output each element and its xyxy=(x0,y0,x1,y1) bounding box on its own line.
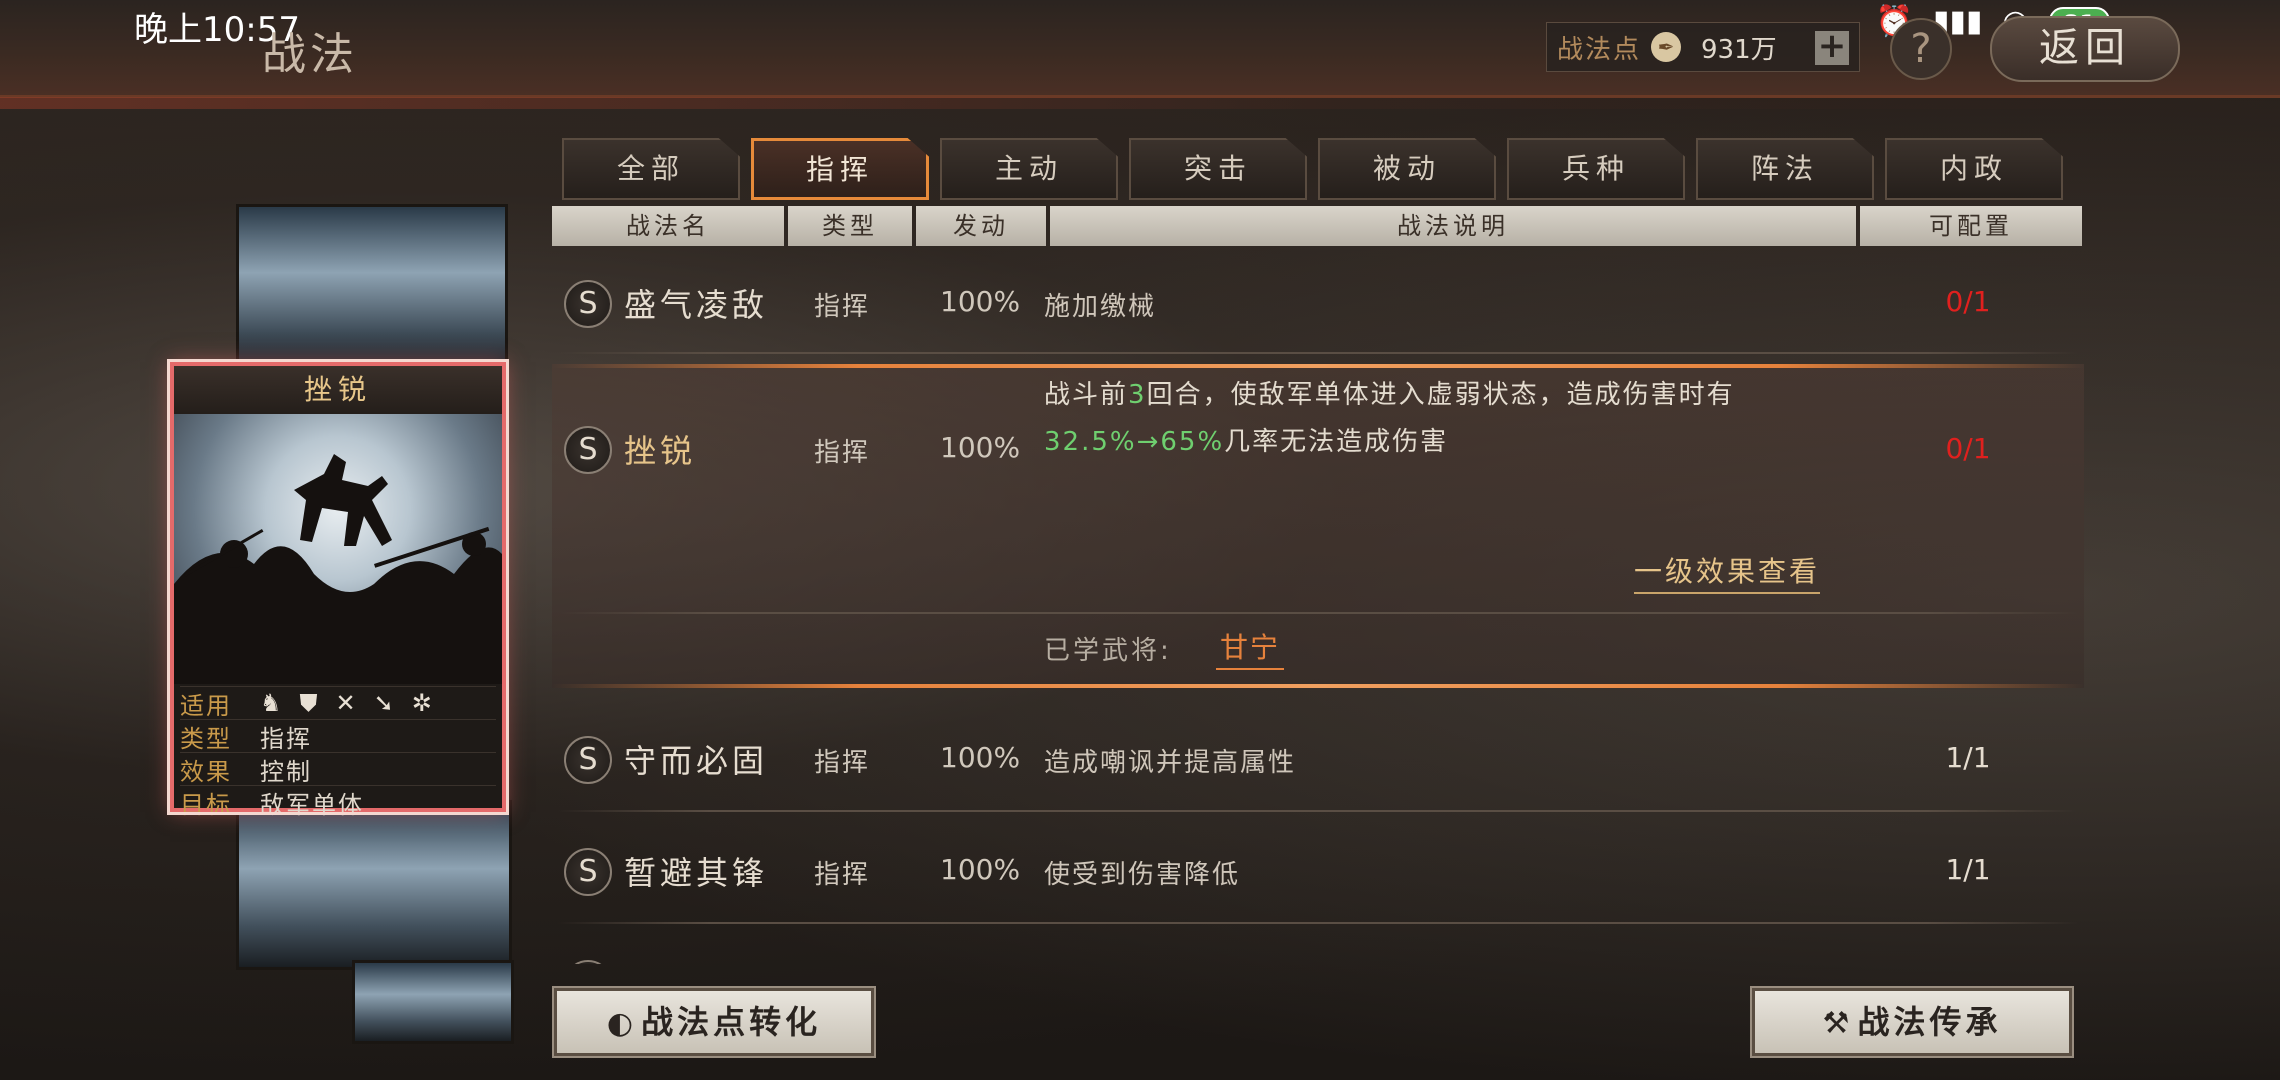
skill-name: 盛气凌敌 xyxy=(624,286,769,324)
skill-description: 施加缴械 xyxy=(1044,292,1157,322)
skill-description: 战斗前3回合，使敌军单体进入虚弱状态，造成伤害时有 32.5%→65%几率无法造… xyxy=(1044,372,1944,466)
card-attr-applicable: 适用 ♞ ⛊ ✕ ➘ ✲ xyxy=(180,686,496,720)
desc-part: 几率无法造成伤害 xyxy=(1224,427,1449,457)
tab-troop[interactable]: 兵种 xyxy=(1507,138,1685,200)
card-stack-top[interactable] xyxy=(236,204,508,374)
attr-value: 控制 xyxy=(260,757,312,786)
skill-point-icon: ◐ xyxy=(606,1006,638,1041)
tab-internal[interactable]: 内政 xyxy=(1885,138,2063,200)
row-divider xyxy=(558,612,2078,614)
table-header: 战法名 类型 发动 战法说明 可配置 xyxy=(552,206,2082,246)
category-tabs: 全部 指挥 主动 突击 被动 兵种 阵法 内政 xyxy=(562,138,2063,200)
learned-general-link[interactable]: 甘宁 xyxy=(1216,626,1285,670)
desc-part: 战斗前 xyxy=(1044,380,1129,410)
skill-description: 造成嘲讽并提高属性 xyxy=(1044,748,1297,778)
desc-part: 回合，使敌军单体进入虚弱状态，造成伤害时有 xyxy=(1146,380,1735,410)
attr-key: 目标 xyxy=(180,790,232,819)
currency-value: 931万 xyxy=(1701,34,1777,65)
bow-icon: ✕ xyxy=(335,689,356,717)
table-row-expanded[interactable]: S 挫锐 指挥 100% 战斗前3回合，使敌军单体进入虚弱状态，造成伤害时有 3… xyxy=(552,364,2084,688)
learned-generals-label: 已学武将: xyxy=(1044,636,1172,666)
hammer-icon: ⚒ xyxy=(1822,1006,1854,1041)
highlight-line-top xyxy=(552,364,2084,368)
add-points-button[interactable]: + xyxy=(1815,29,1849,65)
tab-formation[interactable]: 阵法 xyxy=(1696,138,1874,200)
shield-icon: ⛊ xyxy=(299,689,318,717)
spear-icon: ➘ xyxy=(373,689,394,717)
card-attr-type: 类型 指挥 xyxy=(180,719,496,753)
inherit-skill-label: 战法传承 xyxy=(1857,1003,2002,1041)
card-attr-target: 目标 敌军单体 xyxy=(180,785,496,819)
col-description: 战法说明 xyxy=(1050,206,1856,246)
skill-type: 指挥 xyxy=(814,438,871,468)
attr-key: 类型 xyxy=(180,724,232,753)
table-row[interactable]: S 盛气凌敌 指挥 100% 施加缴械 0/1 xyxy=(552,250,2084,354)
attr-key: 适用 xyxy=(180,691,232,720)
attr-value: 敌军单体 xyxy=(260,790,364,819)
skill-description: 使受到伤害降低 xyxy=(1044,860,1241,890)
config-count: 0/1 xyxy=(1945,432,1991,465)
row-divider xyxy=(558,922,2078,924)
card-artwork xyxy=(174,414,502,684)
skill-name: 暂避其锋 xyxy=(624,854,769,892)
desc-highlight-rate: 32.5%→65% xyxy=(1044,427,1225,457)
card-attr-effect: 效果 控制 xyxy=(180,752,496,786)
desc-highlight-rounds: 3 xyxy=(1128,380,1147,410)
inherit-skill-button[interactable]: ⚒ 战法传承 xyxy=(1750,986,2074,1058)
convert-points-button[interactable]: ◐ 战法点转化 xyxy=(552,986,876,1058)
tab-all[interactable]: 全部 xyxy=(562,138,740,200)
trigger-rate: 100% xyxy=(940,285,1021,318)
table-row[interactable]: S 守而必固 指挥 100% 造成嘲讽并提高属性 1/1 xyxy=(552,706,2084,812)
selected-skill-card[interactable]: 挫锐 适用 ♞ ⛊ ✕ ➘ ✲ 类型 指挥 效果 控制 目标 敌军单体 xyxy=(167,359,509,819)
skill-name: 挫锐 xyxy=(624,432,697,470)
skill-name: 守而必固 xyxy=(624,742,769,780)
grade-badge: S xyxy=(564,280,612,328)
highlight-line-bottom xyxy=(552,684,2084,688)
attr-key: 效果 xyxy=(180,757,232,786)
skill-type: 指挥 xyxy=(814,748,871,778)
tab-command[interactable]: 指挥 xyxy=(751,138,929,200)
config-count: 1/1 xyxy=(1945,741,1991,774)
attr-value: 指挥 xyxy=(260,724,312,753)
currency-label: 战法点 xyxy=(1557,34,1642,65)
col-type[interactable]: 类型 xyxy=(788,206,912,246)
trigger-rate: 100% xyxy=(940,853,1021,886)
grade-badge: S xyxy=(564,848,612,896)
skill-type: 指挥 xyxy=(814,292,871,322)
skill-list: S 盛气凌敌 指挥 100% 施加缴械 0/1 S 挫锐 指挥 100% 战斗前… xyxy=(552,250,2084,964)
page-title: 战法 xyxy=(262,29,358,80)
card-skill-name: 挫锐 xyxy=(174,366,502,414)
row-divider xyxy=(558,810,2078,812)
level-one-effect-link[interactable]: 一级效果查看 xyxy=(1634,550,1821,594)
table-row[interactable]: S 暂避其锋 指挥 100% 使受到伤害降低 1/1 xyxy=(552,818,2084,924)
wheel-icon: ✲ xyxy=(411,689,432,717)
config-count: 0/1 xyxy=(1945,285,1991,318)
grade-badge xyxy=(564,960,612,964)
col-configurable[interactable]: 可配置 xyxy=(1860,206,2082,246)
back-button[interactable]: 返回 xyxy=(1990,16,2180,82)
col-trigger[interactable]: 发动 xyxy=(916,206,1046,246)
table-row-partial[interactable] xyxy=(552,932,2084,964)
card-stack-bottom[interactable] xyxy=(236,800,512,970)
config-count: 1/1 xyxy=(1945,853,1991,886)
grade-badge: S xyxy=(564,426,612,474)
help-button[interactable]: ? xyxy=(1890,18,1952,80)
skill-type: 指挥 xyxy=(814,860,871,890)
trigger-rate: 100% xyxy=(940,431,1021,464)
tab-passive[interactable]: 被动 xyxy=(1318,138,1496,200)
row-divider xyxy=(558,352,2078,354)
skill-point-icon: ✒ xyxy=(1651,32,1682,62)
card-stack-bottom-2[interactable] xyxy=(352,960,514,1044)
col-skill-name[interactable]: 战法名 xyxy=(552,206,784,246)
skill-points-display: 战法点 ✒ 931万 + xyxy=(1546,22,1860,72)
tab-active[interactable]: 主动 xyxy=(940,138,1118,200)
grade-badge: S xyxy=(564,736,612,784)
trigger-rate: 100% xyxy=(940,741,1021,774)
cavalry-icon: ♞ xyxy=(260,689,282,717)
tab-assault[interactable]: 突击 xyxy=(1129,138,1307,200)
convert-points-label: 战法点转化 xyxy=(641,1003,822,1041)
